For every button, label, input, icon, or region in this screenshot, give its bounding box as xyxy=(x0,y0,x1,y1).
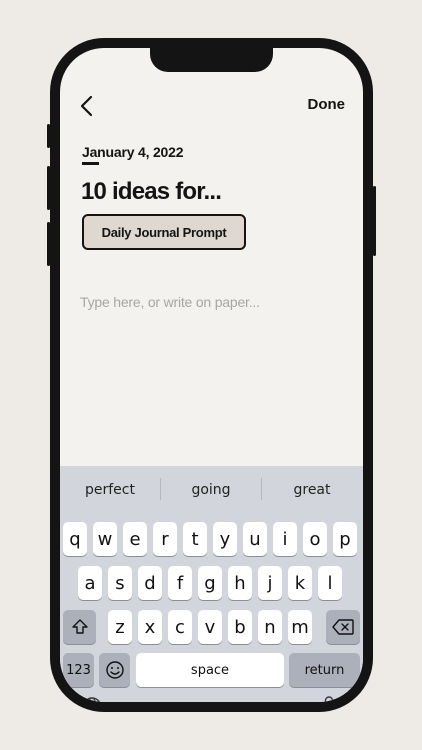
suggestion-item[interactable]: going xyxy=(161,482,261,498)
key-y[interactable]: y xyxy=(213,522,237,556)
shift-icon xyxy=(71,619,88,634)
date-underline xyxy=(82,162,99,165)
phone-frame: Done January 4, 2022 10 ideas for... Dai… xyxy=(47,38,376,712)
notch xyxy=(150,48,273,72)
journal-text-area[interactable]: Type here, or write on paper... xyxy=(80,294,340,310)
key-m[interactable]: m xyxy=(288,610,312,644)
key-z[interactable]: z xyxy=(108,610,132,644)
shift-key[interactable] xyxy=(63,610,96,644)
entry-date: January 4, 2022 xyxy=(82,144,184,160)
emoji-icon xyxy=(105,661,124,679)
back-button[interactable] xyxy=(78,94,98,118)
key-q[interactable]: q xyxy=(63,522,87,556)
volume-up-button xyxy=(47,166,50,210)
entry-title: 10 ideas for... xyxy=(81,178,222,205)
screen: Done January 4, 2022 10 ideas for... Dai… xyxy=(60,48,363,702)
key-c[interactable]: c xyxy=(168,610,192,644)
key-s[interactable]: s xyxy=(108,566,132,600)
suggestion-bar: perfect going great xyxy=(60,466,363,512)
key-o[interactable]: o xyxy=(303,522,327,556)
keyboard: perfect going great q w e r t y u i o p … xyxy=(60,466,363,702)
key-j[interactable]: j xyxy=(258,566,282,600)
editor-placeholder: Type here, or write on paper... xyxy=(80,294,260,310)
suggestion-item[interactable]: perfect xyxy=(60,482,160,498)
power-button xyxy=(373,186,376,256)
key-e[interactable]: e xyxy=(123,522,147,556)
key-v[interactable]: v xyxy=(198,610,222,644)
key-b[interactable]: b xyxy=(228,610,252,644)
globe-button[interactable] xyxy=(81,696,103,702)
key-t[interactable]: t xyxy=(183,522,207,556)
key-d[interactable]: d xyxy=(138,566,162,600)
key-r[interactable]: r xyxy=(153,522,177,556)
return-key[interactable]: return xyxy=(289,653,360,687)
key-u[interactable]: u xyxy=(243,522,267,556)
numbers-key[interactable]: 123 xyxy=(63,653,94,687)
silent-switch xyxy=(47,124,50,148)
backspace-key[interactable] xyxy=(326,610,360,644)
key-h[interactable]: h xyxy=(228,566,252,600)
space-key[interactable]: space xyxy=(136,653,284,687)
key-k[interactable]: k xyxy=(288,566,312,600)
backspace-icon xyxy=(332,619,354,635)
key-p[interactable]: p xyxy=(333,522,357,556)
suggestion-item[interactable]: great xyxy=(262,482,362,498)
key-i[interactable]: i xyxy=(273,522,297,556)
key-w[interactable]: w xyxy=(93,522,117,556)
key-x[interactable]: x xyxy=(138,610,162,644)
globe-icon xyxy=(83,697,101,702)
done-button[interactable]: Done xyxy=(308,96,346,113)
key-n[interactable]: n xyxy=(258,610,282,644)
key-a[interactable]: a xyxy=(78,566,102,600)
prompt-tag[interactable]: Daily Journal Prompt xyxy=(82,214,246,250)
volume-down-button xyxy=(47,222,50,266)
dictation-button[interactable] xyxy=(319,695,339,702)
key-f[interactable]: f xyxy=(168,566,192,600)
microphone-icon xyxy=(324,696,334,702)
key-l[interactable]: l xyxy=(318,566,342,600)
chevron-left-icon xyxy=(80,95,93,117)
prompt-tag-label: Daily Journal Prompt xyxy=(101,224,227,240)
key-g[interactable]: g xyxy=(198,566,222,600)
emoji-key[interactable] xyxy=(99,653,130,687)
